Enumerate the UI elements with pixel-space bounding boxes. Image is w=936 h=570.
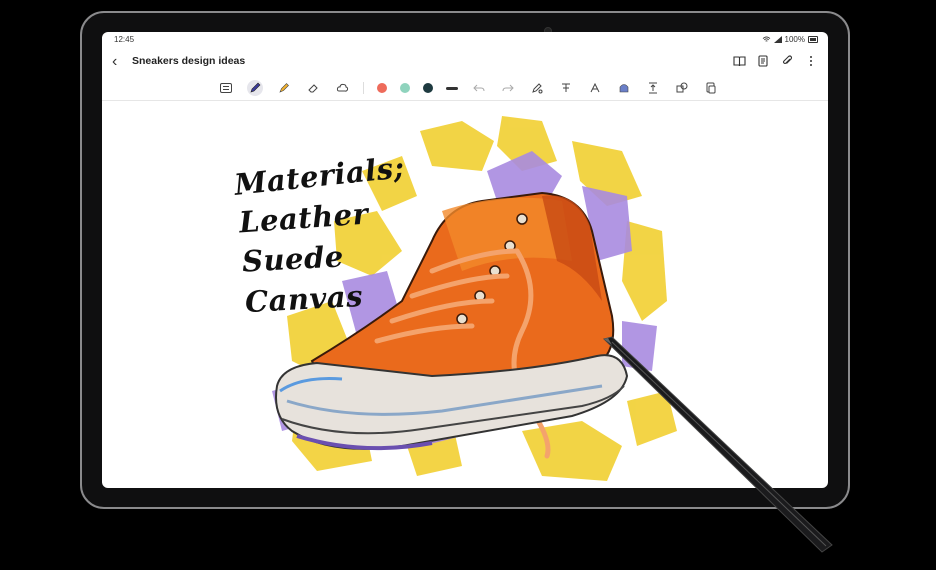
- s-pen-stylus: [603, 336, 833, 553]
